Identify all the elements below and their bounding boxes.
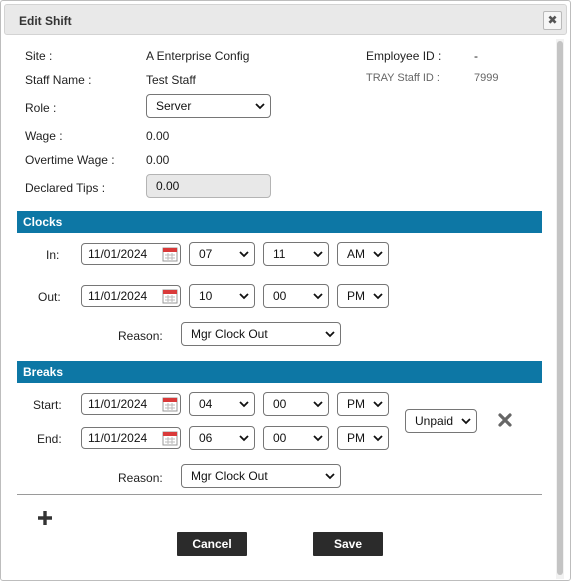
- break-start-date-value: 11/01/2024: [88, 397, 148, 411]
- calendar-icon[interactable]: [162, 396, 178, 412]
- clock-in-date-input[interactable]: 11/01/2024: [81, 243, 181, 265]
- clock-out-minute-select[interactable]: 00: [263, 284, 329, 308]
- add-break-plus-icon[interactable]: [37, 510, 53, 526]
- clock-in-date-value: 11/01/2024: [88, 247, 148, 261]
- cancel-button[interactable]: Cancel: [177, 532, 247, 556]
- clock-out-minute-value: 00: [273, 289, 287, 303]
- clock-in-minute-value: 11: [273, 247, 286, 261]
- calendar-icon[interactable]: [162, 246, 178, 262]
- section-divider: [17, 494, 542, 495]
- dialog-title: Edit Shift: [19, 14, 72, 28]
- overtime-wage-label: Overtime Wage :: [25, 153, 115, 167]
- cancel-button-label: Cancel: [192, 537, 232, 551]
- save-button[interactable]: Save: [313, 532, 383, 556]
- declared-tips-label: Declared Tips :: [25, 181, 106, 195]
- clocks-section-header: Clocks: [17, 211, 542, 233]
- scrollbar[interactable]: [556, 39, 564, 579]
- break-end-date-input[interactable]: 11/01/2024: [81, 427, 181, 449]
- clock-in-hour-select[interactable]: 07: [189, 242, 255, 266]
- clock-in-ampm-value: AM: [347, 247, 365, 261]
- break-start-minute-value: 00: [273, 397, 287, 411]
- break-start-date-input[interactable]: 11/01/2024: [81, 393, 181, 415]
- clock-out-ampm-select[interactable]: PM: [337, 284, 389, 308]
- break-end-hour-value: 06: [199, 431, 213, 445]
- break-end-label: End:: [37, 432, 62, 446]
- break-start-ampm-select[interactable]: PM: [337, 392, 389, 416]
- break-end-date-value: 11/01/2024: [88, 431, 148, 445]
- edit-shift-dialog: Edit Shift ✖ Site : A Enterprise Config …: [0, 0, 571, 581]
- break-type-value: Unpaid: [415, 414, 454, 428]
- employee-id-value: -: [474, 49, 478, 63]
- clocks-section-title: Clocks: [23, 215, 63, 229]
- tray-staff-id-label: TRAY Staff ID :: [366, 72, 440, 84]
- clock-in-ampm-select[interactable]: AM: [337, 242, 389, 266]
- clock-out-date-value: 11/01/2024: [88, 289, 148, 303]
- close-button[interactable]: ✖: [543, 11, 562, 30]
- clock-reason-select[interactable]: Mgr Clock Out: [181, 322, 341, 346]
- break-start-ampm-value: PM: [347, 397, 365, 411]
- dialog-titlebar: Edit Shift ✖: [4, 4, 567, 35]
- breaks-section-title: Breaks: [23, 365, 64, 379]
- close-icon: ✖: [547, 13, 558, 27]
- break-start-hour-select[interactable]: 04: [189, 392, 255, 416]
- break-end-hour-select[interactable]: 06: [189, 426, 255, 450]
- role-select[interactable]: Server: [146, 94, 271, 118]
- break-type-select[interactable]: Unpaid: [405, 409, 477, 433]
- calendar-icon[interactable]: [162, 288, 178, 304]
- clock-in-minute-select[interactable]: 11: [263, 242, 329, 266]
- break-start-hour-value: 04: [199, 397, 213, 411]
- wage-value: 0.00: [146, 129, 170, 143]
- break-start-minute-select[interactable]: 00: [263, 392, 329, 416]
- breaks-section-header: Breaks: [17, 361, 542, 383]
- role-select-value: Server: [156, 99, 192, 113]
- declared-tips-input-value: 0.00: [156, 179, 180, 193]
- clock-in-label: In:: [46, 248, 60, 262]
- break-reason-select[interactable]: Mgr Clock Out: [181, 464, 341, 488]
- clock-in-hour-value: 07: [199, 247, 213, 261]
- break-end-ampm-value: PM: [347, 431, 365, 445]
- calendar-icon[interactable]: [162, 430, 178, 446]
- save-button-label: Save: [333, 537, 363, 551]
- clock-reason-label: Reason:: [118, 329, 163, 343]
- staff-name-label: Staff Name :: [25, 73, 92, 87]
- staff-name-value: Test Staff: [146, 73, 196, 87]
- delete-break-icon[interactable]: [498, 413, 512, 427]
- clock-out-ampm-value: PM: [347, 289, 365, 303]
- wage-label: Wage :: [25, 129, 63, 143]
- tray-staff-id-value: 7999: [474, 72, 499, 84]
- break-reason-label: Reason:: [118, 471, 163, 485]
- clock-out-date-input[interactable]: 11/01/2024: [81, 285, 181, 307]
- declared-tips-input[interactable]: 0.00: [146, 174, 271, 198]
- break-end-minute-value: 00: [273, 431, 287, 445]
- employee-id-label: Employee ID :: [366, 49, 442, 63]
- break-reason-value: Mgr Clock Out: [191, 469, 268, 483]
- clock-out-hour-select[interactable]: 10: [189, 284, 255, 308]
- site-value: A Enterprise Config: [146, 49, 250, 63]
- overtime-wage-value: 0.00: [146, 153, 170, 167]
- break-start-label: Start:: [33, 398, 62, 412]
- site-label: Site :: [25, 49, 53, 63]
- clock-out-label: Out:: [38, 290, 61, 304]
- clock-reason-value: Mgr Clock Out: [191, 327, 268, 341]
- clock-out-hour-value: 10: [199, 289, 213, 303]
- break-end-ampm-select[interactable]: PM: [337, 426, 389, 450]
- break-end-minute-select[interactable]: 00: [263, 426, 329, 450]
- scrollbar-thumb[interactable]: [557, 41, 563, 575]
- role-label: Role :: [25, 101, 57, 115]
